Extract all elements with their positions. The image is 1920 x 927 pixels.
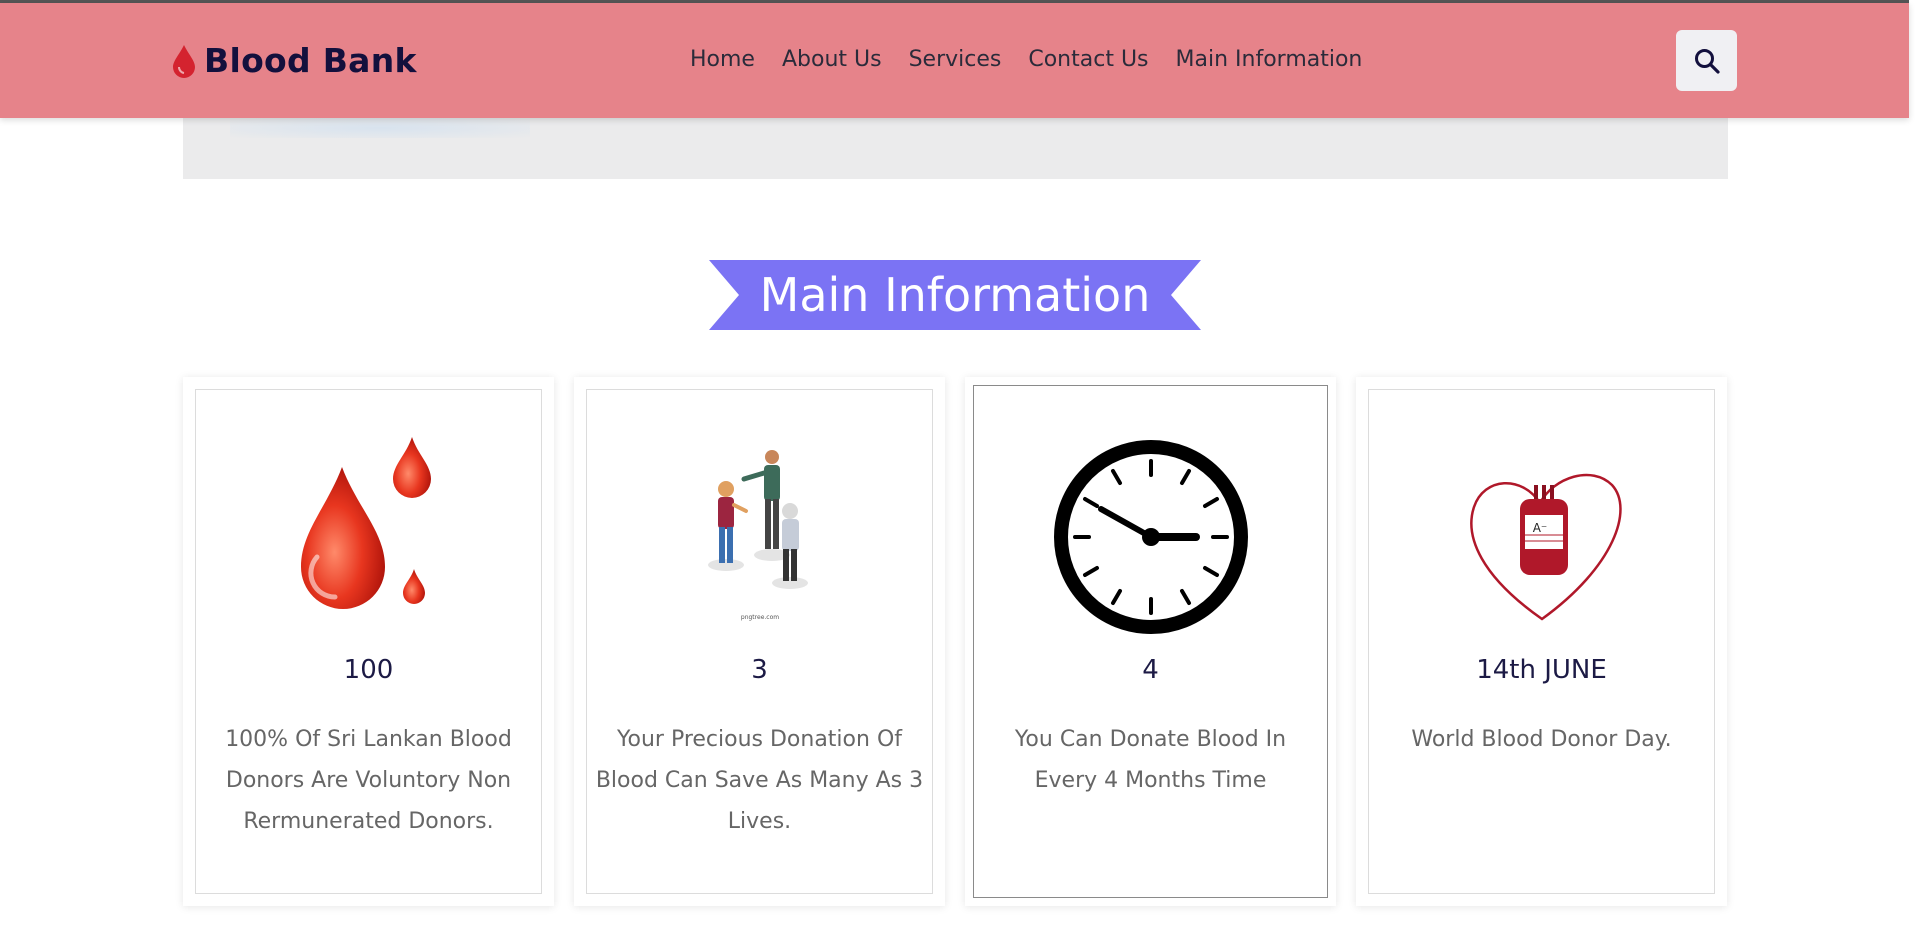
nav-contact-us[interactable]: Contact Us [1028,47,1148,72]
clock-icon [1051,437,1251,637]
info-card-donor-day: A⁻ 14th JUNE World Blood Donor Day. [1356,377,1727,906]
blood-type-label: A⁻ [1532,521,1547,535]
info-card-donors: 100 100% Of Sri Lankan Blood Donors Are … [183,377,554,906]
nav-about-us[interactable]: About Us [782,47,882,72]
brand-name: Blood Bank [204,41,417,80]
card-description: Your Precious Donation Of Blood Can Save… [595,727,924,834]
card-description: You Can Donate Blood In Every 4 Months T… [1014,727,1287,793]
card-description: World Blood Donor Day. [1411,727,1672,752]
blood-drop-icon [173,44,195,78]
card-number: 14th JUNE [1476,655,1607,685]
search-icon [1694,48,1720,74]
card-description: 100% Of Sri Lankan Blood Donors Are Volu… [225,727,512,834]
blood-bag-heart-icon: A⁻ [1442,437,1642,637]
previous-section-glow [230,118,530,138]
search-button[interactable] [1676,30,1737,91]
brand-logo[interactable]: Blood Bank [170,41,417,80]
info-card-lives: pngtree.com 3 Your Precious Donation Of … [574,377,945,906]
nav-home[interactable]: Home [690,47,755,72]
main-nav: Home About Us Services Contact Us Main I… [690,47,1362,72]
card-number: 100 [343,655,394,685]
section-title-ribbon: Main Information [709,260,1201,330]
info-card-frequency: 4 You Can Donate Blood In Every 4 Months… [965,377,1336,906]
site-header: Blood Bank Home About Us Services Contac… [0,3,1909,118]
card-number: 4 [1142,655,1159,685]
blood-drops-icon [269,437,469,637]
nav-services[interactable]: Services [909,47,1002,72]
card-number: 3 [751,655,768,685]
section-title: Main Information [759,268,1151,322]
info-cards: 100 100% Of Sri Lankan Blood Donors Are … [183,377,1727,906]
people-group-icon: pngtree.com [660,437,860,637]
scrollbar-gutter[interactable] [1909,0,1920,927]
icon-caption: pngtree.com [740,614,778,621]
nav-main-information[interactable]: Main Information [1176,47,1363,72]
